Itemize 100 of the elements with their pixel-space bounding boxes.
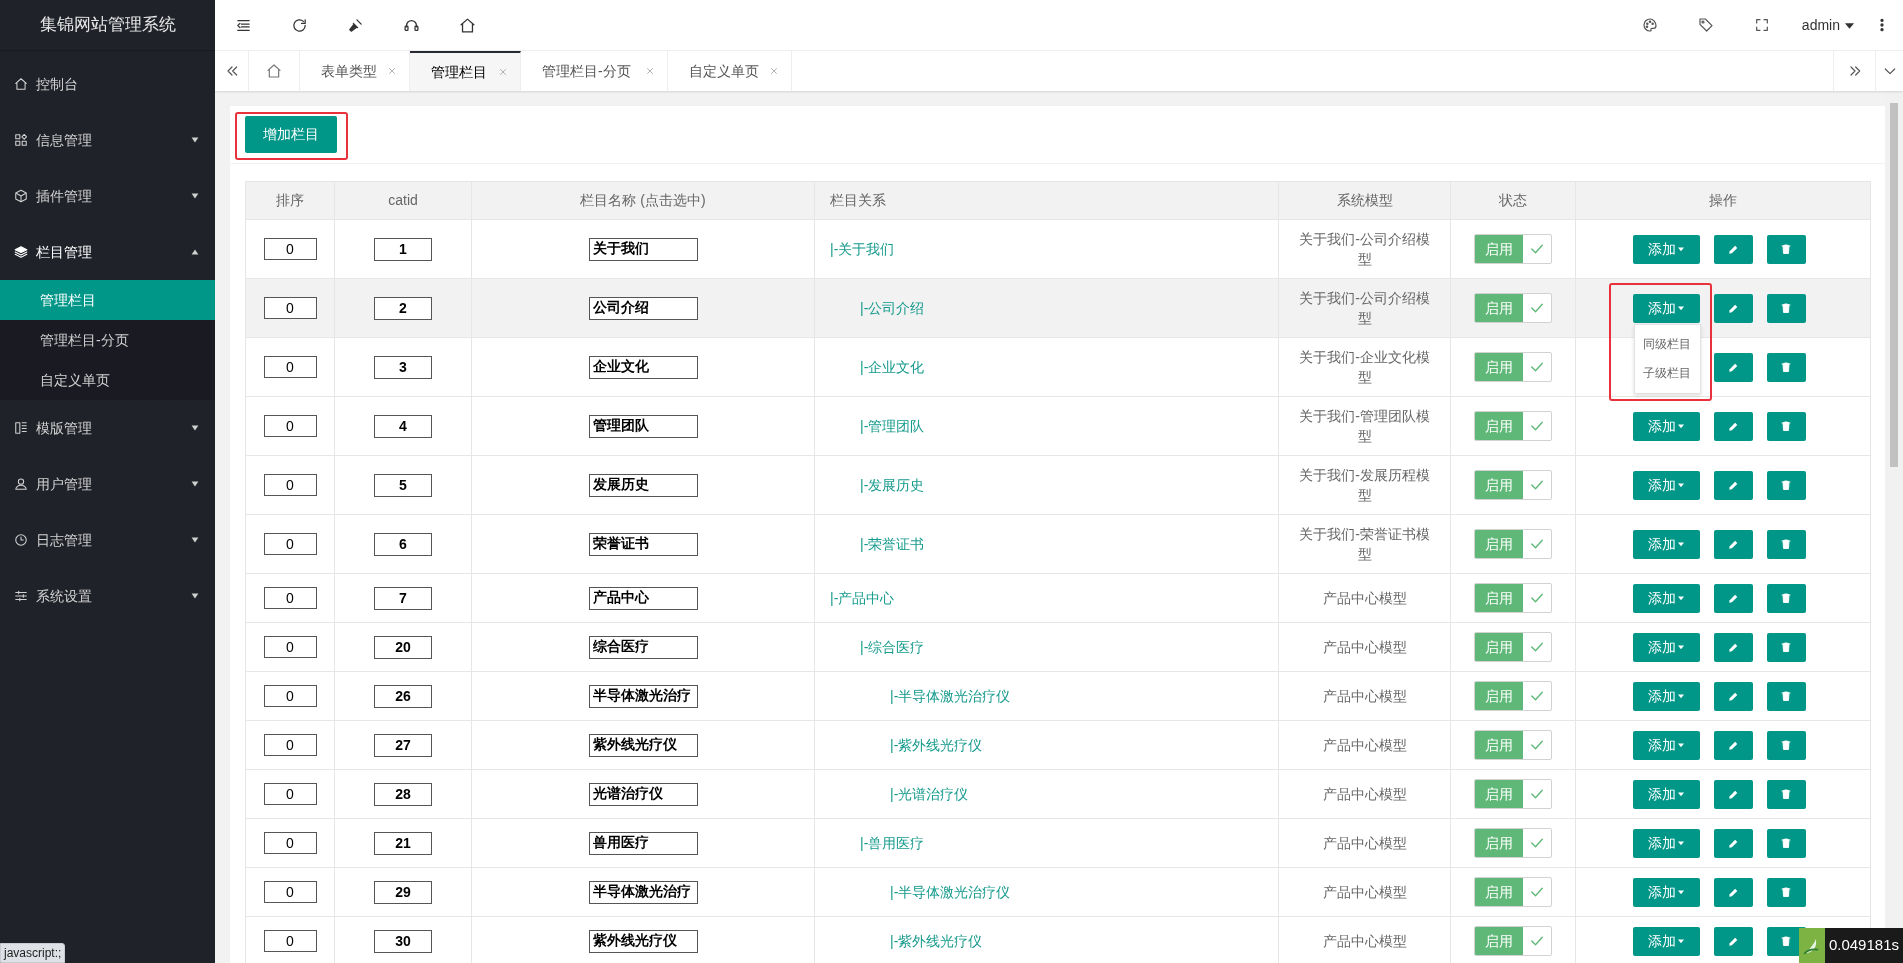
column-header: 栏目关系 [814, 181, 1279, 220]
catid-field[interactable]: 3 [374, 355, 432, 379]
catid-field[interactable]: 30 [374, 929, 432, 953]
sidebar-subitem[interactable]: 管理栏目-分页 [0, 320, 215, 360]
add-dropdown-button[interactable]: 添加 [1632, 681, 1700, 711]
menu-item[interactable]: 同级栏目 [1634, 329, 1700, 359]
name-field[interactable]: 发展历史 [588, 473, 698, 497]
column-header: 状态 [1450, 181, 1576, 220]
model-text: 关于我们-荣誉证书模型 [1298, 525, 1431, 564]
sidebar-item[interactable]: 日志管理 [0, 512, 215, 568]
add-dropdown-button[interactable]: 添加 [1632, 632, 1700, 662]
sort-field[interactable]: 0 [263, 474, 317, 496]
catid-field[interactable]: 6 [374, 532, 432, 556]
model-text: 关于我们-公司介绍模型 [1298, 230, 1431, 269]
add-dropdown-button[interactable]: 添加 [1632, 877, 1700, 907]
add-dropdown-button[interactable]: 添加 [1632, 529, 1700, 559]
sort-field[interactable]: 0 [263, 238, 317, 260]
name-field[interactable]: 管理团队 [588, 414, 698, 438]
relation-link[interactable]: |-半导体激光治疗仪 [890, 687, 1011, 704]
relation-link[interactable]: |-紫外线光疗仪 [890, 736, 983, 753]
catid-field[interactable]: 20 [374, 635, 432, 659]
sort-field[interactable]: 0 [263, 685, 317, 707]
relation-link[interactable]: |-企业文化 [860, 358, 925, 375]
sidebar-item[interactable]: 系统设置 [0, 568, 215, 624]
sort-field[interactable]: 0 [263, 783, 317, 805]
model-text: 产品中心模型 [1321, 883, 1408, 902]
model-text: 产品中心模型 [1321, 687, 1408, 706]
relation-link[interactable]: |-半导体激光治疗仪 [890, 883, 1011, 900]
add-dropdown-button[interactable]: 添加 [1632, 411, 1700, 441]
relation-link[interactable]: |-管理团队 [860, 417, 925, 434]
model-text: 产品中心模型 [1321, 785, 1408, 804]
column-header: 操作 [1575, 181, 1871, 220]
sidebar-subitem[interactable]: 管理栏目 [0, 280, 215, 320]
add-dropdown-button[interactable]: 添加 [1632, 293, 1700, 323]
sidebar-item[interactable]: 插件管理 [0, 168, 215, 224]
name-field[interactable]: 半导体激光治疗 [588, 684, 698, 708]
sort-field[interactable]: 0 [263, 636, 317, 658]
relation-link[interactable]: |-紫外线光疗仪 [890, 932, 983, 949]
catid-field[interactable]: 7 [374, 586, 432, 610]
sidebar-item[interactable]: 模版管理 [0, 400, 215, 456]
column-header: 栏目名称 (点击选中) [471, 181, 815, 220]
catid-field[interactable]: 1 [374, 237, 432, 261]
add-dropdown-button[interactable]: 添加 [1632, 828, 1700, 858]
sort-field[interactable]: 0 [263, 356, 317, 378]
catid-field[interactable]: 27 [374, 733, 432, 757]
add-dropdown-button[interactable]: 添加 [1632, 926, 1700, 956]
sort-field[interactable]: 0 [263, 587, 317, 609]
name-field[interactable]: 光谱治疗仪 [588, 782, 698, 806]
name-field[interactable]: 关于我们 [588, 237, 698, 261]
relation-link[interactable]: |-荣誉证书 [860, 535, 925, 552]
add-dropdown-button[interactable]: 添加 [1632, 730, 1700, 760]
column-header: 排序 [245, 181, 335, 220]
tab[interactable]: 管理栏目 [410, 51, 521, 91]
name-field[interactable]: 半导体激光治疗 [588, 880, 698, 904]
relation-link[interactable]: |-发展历史 [860, 476, 925, 493]
name-field[interactable]: 紫外线光疗仪 [588, 929, 698, 953]
sidebar-item[interactable]: 栏目管理 [0, 224, 215, 280]
sidebar-item[interactable]: 信息管理 [0, 112, 215, 168]
catid-field[interactable]: 21 [374, 831, 432, 855]
add-category-button[interactable]: 增加栏目 [245, 116, 337, 153]
catid-field[interactable]: 2 [374, 296, 432, 320]
relation-link[interactable]: |-综合医疗 [860, 638, 925, 655]
sort-field[interactable]: 0 [263, 415, 317, 437]
relation-link[interactable]: |-光谱治疗仪 [890, 785, 969, 802]
model-text: 关于我们-发展历程模型 [1298, 466, 1431, 505]
menu-item[interactable]: 子级栏目 [1634, 358, 1700, 388]
model-text: 关于我们-公司介绍模型 [1298, 289, 1431, 328]
sort-field[interactable]: 0 [263, 881, 317, 903]
name-field[interactable]: 公司介绍 [588, 296, 698, 320]
add-dropdown-button[interactable]: 添加 [1632, 470, 1700, 500]
model-text: 关于我们-管理团队模型 [1298, 407, 1431, 446]
user-menu[interactable]: admin [1789, 0, 1867, 50]
sort-field[interactable]: 0 [263, 533, 317, 555]
relation-link[interactable]: |-兽用医疗 [860, 834, 925, 851]
add-dropdown-button[interactable]: 添加 [1632, 779, 1700, 809]
status-url: javascript:; [0, 943, 66, 963]
name-field[interactable]: 兽用医疗 [588, 831, 698, 855]
sidebar-subitem[interactable]: 自定义单页 [0, 360, 215, 400]
sort-field[interactable]: 0 [263, 930, 317, 952]
catid-field[interactable]: 28 [374, 782, 432, 806]
sidebar-item[interactable]: 控制台 [0, 56, 215, 112]
relation-link[interactable]: |-产品中心 [830, 589, 895, 606]
sort-field[interactable]: 0 [263, 297, 317, 319]
name-field[interactable]: 荣誉证书 [588, 532, 698, 556]
sort-field[interactable]: 0 [263, 734, 317, 756]
add-dropdown-button[interactable]: 添加 [1632, 583, 1700, 613]
catid-field[interactable]: 4 [374, 414, 432, 438]
name-field[interactable]: 紫外线光疗仪 [588, 733, 698, 757]
catid-field[interactable]: 5 [374, 473, 432, 497]
relation-link[interactable]: |-关于我们 [830, 240, 895, 257]
sidebar-item[interactable]: 用户管理 [0, 456, 215, 512]
model-text: 产品中心模型 [1321, 834, 1408, 853]
model-text: 产品中心模型 [1321, 638, 1408, 657]
catid-field[interactable]: 26 [374, 684, 432, 708]
sort-field[interactable]: 0 [263, 832, 317, 854]
add-dropdown-button[interactable]: 添加 [1632, 234, 1700, 264]
catid-field[interactable]: 29 [374, 880, 432, 904]
name-field[interactable]: 企业文化 [588, 355, 698, 379]
name-field[interactable]: 产品中心 [588, 586, 698, 610]
name-field[interactable]: 综合医疗 [588, 635, 698, 659]
